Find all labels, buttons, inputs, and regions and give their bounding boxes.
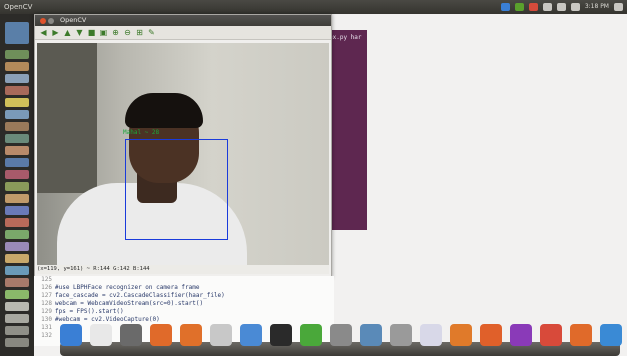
line-number: 129 — [41, 308, 52, 315]
opencv-window[interactable]: OpenCV ◀ ▶ ▲ ▼ ■ ▣ ⊕ ⊖ ⊞ ✎ Mahal ~ 28 (x… — [34, 14, 332, 278]
background-shadow — [37, 43, 97, 193]
dock — [20, 320, 627, 356]
code-text: fps = FPS().start() — [55, 308, 124, 315]
battery-icon[interactable] — [556, 3, 566, 11]
mail-icon[interactable] — [528, 3, 538, 11]
code-text: webcam = WebcamVideoStream(src=0).start(… — [55, 300, 204, 307]
code-line[interactable]: 127 face_cascade = cv2.CascadeClassifier(… — [34, 292, 334, 300]
window-titlebar[interactable]: OpenCV — [35, 15, 331, 26]
code-line[interactable]: 128 webcam = WebcamVideoStream(src=0).sta… — [34, 300, 334, 308]
zoom-out-icon[interactable]: ⊖ — [123, 28, 132, 37]
launcher-item[interactable] — [5, 86, 29, 95]
dash-icon[interactable] — [5, 22, 29, 44]
window-title: OpenCV — [60, 16, 87, 24]
launcher-item[interactable] — [5, 122, 29, 131]
launcher-item[interactable] — [5, 290, 29, 299]
launcher-item[interactable] — [5, 110, 29, 119]
launcher-item[interactable] — [5, 242, 29, 251]
arrow-right-icon[interactable]: ▶ — [51, 28, 60, 37]
terminal-text: ex.py har — [329, 34, 362, 41]
launcher-item[interactable] — [5, 206, 29, 215]
camera-frame: Mahal ~ 28 — [37, 43, 329, 265]
gear-icon[interactable] — [614, 3, 623, 11]
files-icon[interactable] — [60, 324, 82, 346]
arrow-left-icon[interactable]: ◀ — [39, 28, 48, 37]
firefox-icon[interactable] — [150, 324, 172, 346]
launcher-item[interactable] — [5, 146, 29, 155]
terminal-icon[interactable] — [270, 324, 292, 346]
search-icon[interactable] — [390, 324, 412, 346]
launcher-item[interactable] — [5, 134, 29, 143]
save-icon[interactable]: ■ — [87, 28, 96, 37]
launcher — [0, 14, 34, 356]
code-line[interactable]: 126 #use LBPHFace recognizer on camera fr… — [34, 284, 334, 292]
zoom-in-icon[interactable]: ⊕ — [111, 28, 120, 37]
line-number: 125 — [41, 276, 52, 283]
pycharm-icon[interactable] — [300, 324, 322, 346]
launcher-item[interactable] — [5, 182, 29, 191]
face-detection-box — [125, 139, 228, 240]
code-text: #use LBPHFace recognizer on camera frame — [55, 284, 200, 291]
status-bar: (x=119, y=161) ~ R:144 G:142 B:144 — [37, 265, 329, 274]
folder-icon[interactable] — [570, 324, 592, 346]
app-icon[interactable] — [510, 324, 532, 346]
code-line[interactable]: 125 — [34, 276, 334, 284]
face-label: Mahal ~ 28 — [123, 129, 160, 136]
accessibility-icon[interactable] — [600, 324, 622, 346]
toolbar: ◀ ▶ ▲ ▼ ■ ▣ ⊕ ⊖ ⊞ ✎ — [35, 26, 331, 40]
network-icon[interactable] — [500, 3, 510, 11]
launcher-item[interactable] — [5, 170, 29, 179]
folder-icon[interactable] — [450, 324, 472, 346]
launcher-item[interactable] — [5, 218, 29, 227]
launcher-item[interactable] — [5, 98, 29, 107]
top-panel: OpenCV 3:18 PM — [0, 0, 627, 14]
editor-icon[interactable] — [420, 324, 442, 346]
person-hair — [125, 93, 203, 128]
active-app-name: OpenCV — [4, 3, 33, 11]
system-tray: 3:18 PM — [500, 0, 623, 14]
properties-icon[interactable]: ✎ — [147, 28, 156, 37]
launcher-item[interactable] — [5, 74, 29, 83]
volume-icon[interactable] — [570, 3, 580, 11]
keyboard-icon[interactable] — [542, 3, 552, 11]
launcher-item[interactable] — [5, 254, 29, 263]
arrow-down-icon[interactable]: ▼ — [75, 28, 84, 37]
app-icon[interactable] — [360, 324, 382, 346]
arrow-up-icon[interactable]: ▲ — [63, 28, 72, 37]
clock[interactable]: 3:18 PM — [585, 0, 609, 14]
launcher-item[interactable] — [5, 278, 29, 287]
line-number: 126 — [41, 284, 52, 291]
document-icon[interactable] — [90, 324, 112, 346]
code-text: face_cascade = cv2.CascadeClassifier(haa… — [55, 292, 225, 299]
launcher-item[interactable] — [5, 62, 29, 71]
launcher-item[interactable] — [5, 302, 29, 311]
close-icon[interactable] — [40, 18, 46, 24]
launcher-item[interactable] — [5, 230, 29, 239]
line-number: 127 — [41, 292, 52, 299]
update-icon[interactable] — [514, 3, 524, 11]
folder-icon[interactable] — [480, 324, 502, 346]
launcher-item[interactable] — [5, 50, 29, 59]
minimize-icon[interactable] — [48, 18, 54, 24]
software-center-icon[interactable] — [180, 324, 202, 346]
terminal-window[interactable]: ex.py har — [327, 30, 367, 230]
launcher-item[interactable] — [5, 158, 29, 167]
calculator-icon[interactable] — [120, 324, 142, 346]
line-number: 128 — [41, 300, 52, 307]
video-icon[interactable] — [330, 324, 352, 346]
image-viewer-icon[interactable] — [210, 324, 232, 346]
tool-icon[interactable] — [240, 324, 262, 346]
fit-icon[interactable]: ⊞ — [135, 28, 144, 37]
launcher-item[interactable] — [5, 266, 29, 275]
power-icon[interactable] — [540, 324, 562, 346]
launcher-item[interactable] — [5, 194, 29, 203]
copy-icon[interactable]: ▣ — [99, 28, 108, 37]
code-line[interactable]: 129 fps = FPS().start() — [34, 308, 334, 316]
